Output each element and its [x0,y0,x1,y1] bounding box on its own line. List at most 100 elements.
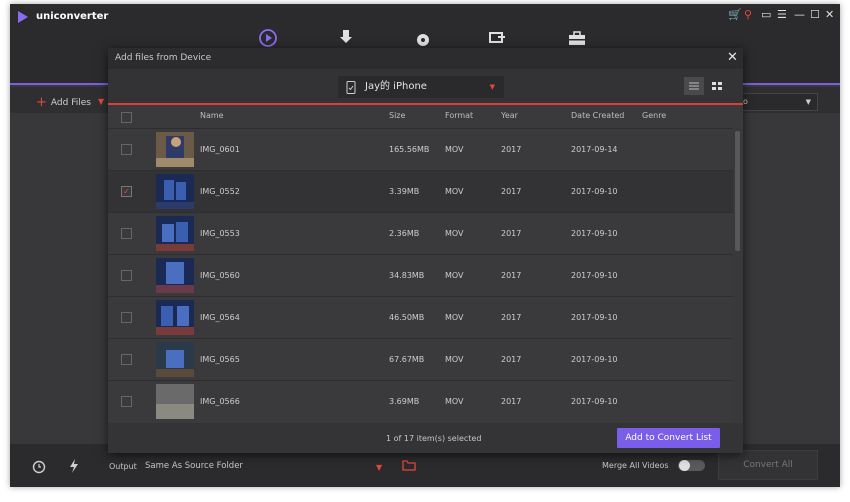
video-thumbnail [156,300,194,335]
column-date-created[interactable]: Date Created [571,111,624,120]
add-files-button[interactable]: + Add Files [36,94,91,110]
output-label: Output [109,462,137,471]
row-checkbox[interactable] [121,312,132,323]
transfer-tab-icon[interactable] [487,28,507,48]
file-format: MOV [445,313,464,322]
close-icon[interactable]: ✕ [825,8,834,21]
burn-tab-icon[interactable] [413,28,433,48]
file-size: 3.39MB [389,187,420,196]
table-row[interactable]: IMG_0553 2.36MB MOV 2017 2017-09-10 [108,212,733,254]
menu-icon[interactable]: ☰ [777,8,787,21]
folder-icon[interactable] [402,460,416,471]
list-view-button[interactable] [684,77,704,95]
maximize-icon[interactable]: ☐ [810,8,820,21]
add-files-label: Add Files [50,98,91,108]
column-year[interactable]: Year [501,111,518,120]
convert-all-button[interactable]: Convert All [718,450,818,480]
column-size[interactable]: Size [389,111,405,120]
convert-format-value: o [743,97,748,106]
grid-view-icon [712,82,722,90]
select-all-checkbox[interactable] [121,112,132,123]
selection-status: 1 of 17 item(s) selected [386,434,482,443]
file-name: IMG_0560 [200,271,240,280]
file-size: 34.83MB [389,271,425,280]
file-year: 2017 [501,187,522,196]
dialog-title-bar: Add files from Device ✕ [108,48,743,69]
minimize-icon[interactable]: — [794,8,805,21]
chat-icon[interactable]: ▭ [761,8,771,21]
table-row[interactable]: IMG_0601 165.56MB MOV 2017 2017-09-14 [108,128,733,170]
file-name: IMG_0566 [200,397,240,406]
dialog-close-icon[interactable]: ✕ [727,50,738,65]
grid-view-button[interactable] [707,77,727,95]
file-format: MOV [445,397,464,406]
file-year: 2017 [501,145,522,154]
table-header: Name Size Format Year Date Created Genre [108,105,743,127]
file-date: 2017-09-10 [571,229,618,238]
output-path-select[interactable]: Same As Source Folder [145,461,243,471]
dialog-title: Add files from Device [115,53,212,63]
toolbox-tab-icon[interactable] [567,28,587,48]
file-format: MOV [445,145,464,154]
table-row[interactable]: IMG_0565 67.67MB MOV 2017 2017-09-10 [108,338,733,380]
alarm-icon[interactable] [31,458,47,474]
cart-icon[interactable]: 🛒 [728,8,742,21]
file-year: 2017 [501,313,522,322]
device-bar: Jay的 iPhone ▼ [108,69,743,105]
column-genre[interactable]: Genre [642,111,666,120]
file-size: 3.69MB [389,397,420,406]
chevron-down-icon: ▼ [489,83,495,91]
file-year: 2017 [501,271,522,280]
file-name: IMG_0553 [200,229,240,238]
column-name[interactable]: Name [200,111,224,120]
logo-icon [18,11,28,23]
video-thumbnail [156,216,194,251]
device-select[interactable]: Jay的 iPhone ▼ [338,76,504,98]
merge-toggle[interactable] [678,460,705,471]
scrollbar[interactable] [733,128,743,423]
row-checkbox[interactable] [121,270,132,281]
row-checkbox[interactable] [121,396,132,407]
file-name: IMG_0565 [200,355,240,364]
download-tab-icon[interactable] [336,28,356,48]
device-name: Jay的 iPhone [365,81,427,92]
file-name: IMG_0552 [200,187,240,196]
table-row[interactable]: IMG_0560 34.83MB MOV 2017 2017-09-10 [108,254,733,296]
list-view-icon [689,82,699,90]
toggle-knob [679,460,690,471]
row-checkbox[interactable] [121,228,132,239]
file-name: IMG_0564 [200,313,240,322]
add-to-convert-list-button[interactable]: Add to Convert List [617,428,720,448]
add-files-dialog: Add files from Device ✕ Jay的 iPhone ▼ Na… [108,48,743,453]
video-thumbnail [156,384,194,419]
row-checkbox[interactable] [121,144,132,155]
file-date: 2017-09-10 [571,355,618,364]
file-format: MOV [445,355,464,364]
video-thumbnail [156,258,194,293]
convert-tab-icon[interactable] [258,28,278,48]
table-row[interactable]: IMG_0564 46.50MB MOV 2017 2017-09-10 [108,296,733,338]
table-row[interactable]: ✓ IMG_0552 3.39MB MOV 2017 2017-09-10 [108,170,733,212]
add-files-dropdown-icon[interactable]: ▼ [98,97,104,106]
output-dropdown-icon[interactable]: ▼ [376,463,382,472]
table-row[interactable]: IMG_0566 3.69MB MOV 2017 2017-09-10 [108,380,733,422]
convert-format-select[interactable]: o ▼ [738,93,818,111]
file-date: 2017-09-14 [571,145,618,154]
key-icon[interactable]: ⚲ [744,8,752,21]
scrollbar-thumb[interactable] [735,131,740,251]
file-format: MOV [445,187,464,196]
file-format: MOV [445,229,464,238]
video-thumbnail [156,342,194,377]
file-size: 46.50MB [389,313,425,322]
video-thumbnail [156,174,194,209]
file-size: 67.67MB [389,355,425,364]
row-checkbox[interactable] [121,354,132,365]
file-year: 2017 [501,229,522,238]
file-format: MOV [445,271,464,280]
file-name: IMG_0601 [200,145,240,154]
row-checkbox-checked[interactable]: ✓ [121,186,132,197]
column-format[interactable]: Format [445,111,473,120]
file-size: 2.36MB [389,229,420,238]
file-date: 2017-09-10 [571,187,618,196]
lightning-icon[interactable] [68,458,80,474]
